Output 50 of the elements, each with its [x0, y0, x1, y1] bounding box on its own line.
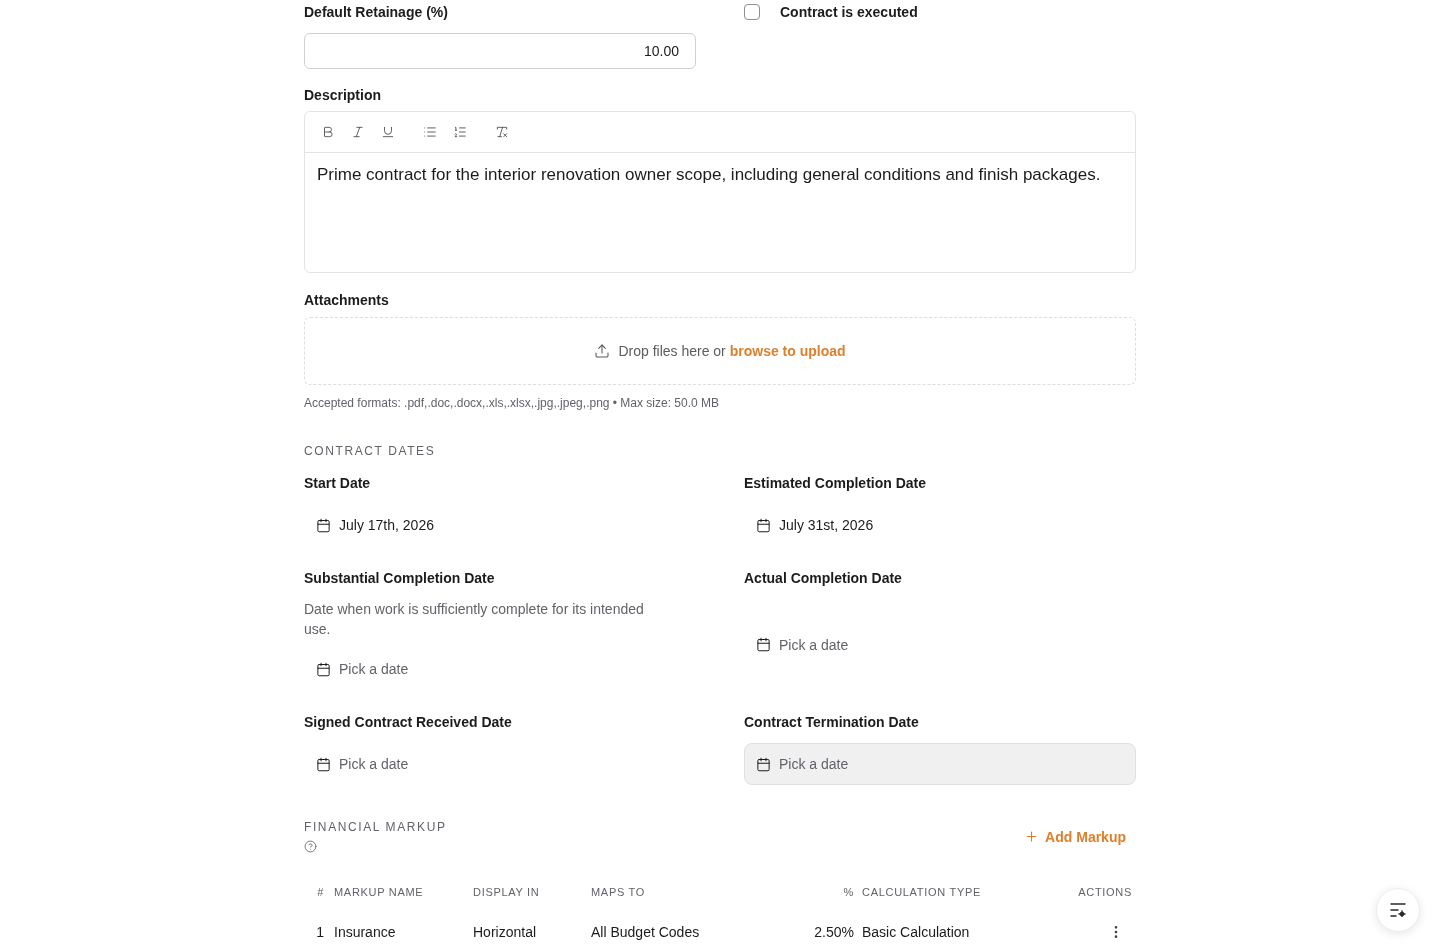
calendar-icon [756, 756, 771, 772]
table-cell-text: 2.50% [813, 923, 854, 942]
help-icon[interactable] [304, 840, 317, 853]
column-header: ACTIONS [1077, 885, 1133, 899]
field-label: Default Retainage (%) [304, 3, 448, 22]
section-heading: CONTRACT DATES [304, 444, 436, 458]
field-label: Signed Contract Received Date [304, 713, 512, 732]
calendar-icon [316, 756, 331, 772]
table-cell-text: Insurance [334, 923, 397, 942]
table-cell-text: Basic Calculation [861, 923, 971, 942]
field-label: Start Date [304, 474, 371, 493]
section-heading: FINANCIAL MARKUP [304, 820, 447, 834]
column-header: MAPS TO [591, 885, 646, 899]
field-label: Contract Termination Date [744, 713, 919, 732]
italic-icon [351, 125, 365, 139]
numbered-list-icon [453, 125, 467, 139]
bold-icon [321, 125, 335, 139]
calendar-icon [316, 661, 331, 677]
column-header: % [842, 885, 854, 899]
upload-icon [594, 343, 611, 359]
description-field[interactable]: Prime contract for the interior renovation owner scope, including general conditions and finish packages. [305, 153, 1135, 272]
checkbox-label: Contract is executed [780, 3, 918, 22]
column-header: # [316, 885, 325, 899]
clear-format-icon [495, 125, 509, 139]
list-gear-icon [1390, 903, 1406, 917]
field-label: Actual Completion Date [744, 569, 902, 588]
table-cell-text: 1 [315, 923, 325, 942]
checkbox[interactable] [744, 4, 760, 20]
table-cell-text: Horizontal [473, 923, 538, 942]
format-hint: Accepted formats: .pdf,.doc,.docx,.xls,.xlsx,.jpg,.jpeg,.png • Max size: 50.0 MB [304, 396, 720, 410]
floating-action-button[interactable] [1376, 888, 1420, 932]
underline-icon [381, 125, 395, 139]
field-label: Substantial Completion Date [304, 569, 495, 588]
column-header: DISPLAY IN [473, 885, 541, 899]
column-header: MARKUP NAME [334, 885, 425, 899]
field-label: Attachments [304, 291, 389, 310]
calendar-icon [756, 637, 771, 652]
field-label: Description [304, 86, 381, 105]
calendar-icon [316, 517, 331, 533]
field-label: Estimated Completion Date [744, 474, 927, 493]
help-text: Date when work is sufficiently complete for its intended use. [304, 600, 645, 639]
column-header: CALCULATION TYPE [861, 885, 982, 899]
date-picker-button[interactable]: Pick a date [744, 743, 1136, 785]
plus-icon [1024, 829, 1040, 844]
calendar-icon [756, 517, 771, 533]
bullet-list-icon [423, 125, 437, 139]
table-cell-text: All Budget Codes [591, 923, 701, 942]
file-drop-zone[interactable]: Drop files here or browse to upload [304, 317, 1136, 385]
retainage-input[interactable]: 10.00 [304, 33, 696, 69]
drop-instructions: Drop files here or browse to upload [618, 342, 846, 361]
